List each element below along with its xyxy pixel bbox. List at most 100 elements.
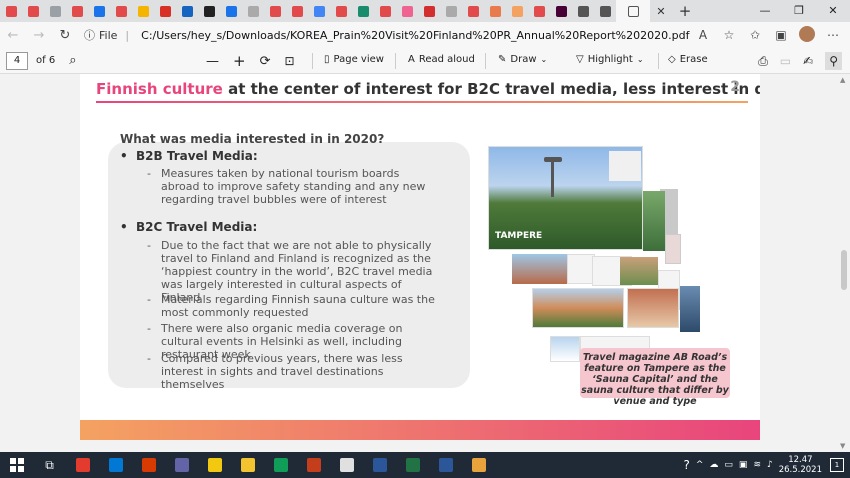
taskbar-app-button[interactable] [231, 452, 264, 478]
close-window-button[interactable]: ✕ [816, 0, 850, 22]
eraser-icon: ◇ [668, 54, 676, 65]
taskbar-app-button[interactable] [396, 452, 429, 478]
new-tab-button[interactable]: + [672, 2, 698, 20]
taskbar-app-button[interactable] [66, 452, 99, 478]
taskbar-app-button[interactable] [198, 452, 231, 478]
browser-tab[interactable] [44, 0, 66, 22]
page-view-button[interactable]: ▯ Page view [324, 54, 384, 65]
start-button[interactable] [0, 452, 33, 478]
scrollbar-thumb[interactable] [841, 250, 847, 290]
tab-favicon-icon [159, 5, 171, 17]
browser-tab[interactable] [550, 0, 572, 22]
app-icon [240, 458, 255, 472]
collections-icon[interactable]: ▣ [768, 28, 794, 42]
save-icon[interactable]: ▭ [780, 54, 791, 68]
taskbar-app-button[interactable] [462, 452, 495, 478]
volume-icon[interactable]: ♪ [767, 460, 773, 470]
taskbar-app-button[interactable] [330, 452, 363, 478]
taskbar-app-button[interactable] [297, 452, 330, 478]
browser-tab[interactable] [220, 0, 242, 22]
task-view-button[interactable]: ⧉ [33, 452, 66, 478]
read-aloud-label: Read aloud [418, 54, 475, 65]
save-as-icon[interactable]: ✍ [803, 54, 813, 68]
minimize-button[interactable]: — [748, 0, 782, 22]
vertical-scrollbar[interactable]: ▲ ▼ [838, 74, 850, 452]
browser-tab[interactable] [154, 0, 176, 22]
browser-tab[interactable] [506, 0, 528, 22]
page-number-input[interactable]: 4 [6, 51, 28, 70]
browser-tab[interactable] [396, 0, 418, 22]
rotate-icon[interactable]: ⟳ [260, 54, 271, 69]
forward-icon[interactable]: → [26, 28, 52, 43]
profile-avatar[interactable] [794, 25, 820, 45]
cloud-icon[interactable]: ☁ [709, 460, 718, 470]
favorites-bar-icon[interactable]: ✩ [742, 28, 768, 42]
wifi-icon[interactable]: ≋ [753, 460, 761, 470]
browser-tab[interactable] [88, 0, 110, 22]
active-tab[interactable] [616, 0, 650, 22]
browser-tab[interactable] [418, 0, 440, 22]
browser-tab[interactable] [66, 0, 88, 22]
browser-tab[interactable] [594, 0, 616, 22]
scroll-down-icon[interactable]: ▼ [840, 442, 845, 450]
url-field[interactable]: C:/Users/hey_s/Downloads/KOREA_Prain%20V… [141, 29, 689, 42]
browser-tab[interactable] [352, 0, 374, 22]
highlighter-icon: ▽ [576, 54, 584, 65]
browser-tab[interactable] [374, 0, 396, 22]
close-tab-button[interactable]: ✕ [650, 5, 672, 18]
more-options-icon[interactable]: ⋯ [820, 28, 846, 42]
browser-tab[interactable] [176, 0, 198, 22]
browser-tab[interactable] [264, 0, 286, 22]
browser-tab[interactable] [198, 0, 220, 22]
back-icon[interactable]: ← [0, 28, 26, 43]
battery-icon[interactable]: ▭ [724, 460, 733, 470]
help-icon[interactable]: ? [683, 458, 689, 472]
taskbar-app-button[interactable] [429, 452, 462, 478]
zoom-in-button[interactable]: + [233, 52, 246, 70]
browser-tab[interactable] [308, 0, 330, 22]
browser-tab[interactable] [132, 0, 154, 22]
read-aloud-icon[interactable]: A [690, 28, 716, 42]
taskbar-app-button[interactable] [363, 452, 396, 478]
erase-button[interactable]: ◇ Erase [668, 54, 708, 65]
tab-strip [0, 0, 616, 22]
taskbar-app-button[interactable] [99, 452, 132, 478]
chevron-down-icon[interactable]: ⌄ [637, 55, 644, 64]
favorite-icon[interactable]: ☆ [716, 28, 742, 42]
draw-button[interactable]: ✎ Draw ⌄ [498, 54, 547, 65]
taskbar-app-button[interactable] [165, 452, 198, 478]
fit-page-icon[interactable]: ⊡ [284, 54, 294, 68]
info-icon[interactable]: ⓘ [84, 27, 95, 43]
browser-tab[interactable] [572, 0, 594, 22]
chevron-up-icon[interactable]: ^ [696, 460, 704, 470]
browser-tab[interactable] [242, 0, 264, 22]
browser-tab[interactable] [286, 0, 308, 22]
erase-label: Erase [679, 54, 708, 65]
taskbar-app-button[interactable] [132, 452, 165, 478]
search-icon[interactable]: ⌕ [69, 53, 76, 68]
clock[interactable]: 12.47 26.5.2021 [779, 455, 822, 475]
browser-tab[interactable] [462, 0, 484, 22]
highlight-button[interactable]: ▽ Highlight ⌄ [576, 54, 644, 65]
pin-toolbar-icon[interactable]: ⚲ [825, 52, 842, 70]
browser-tab[interactable] [22, 0, 44, 22]
zoom-out-button[interactable]: — [206, 54, 219, 69]
browser-tab[interactable] [528, 0, 550, 22]
read-aloud-button[interactable]: A Read aloud [408, 54, 475, 65]
taskbar-app-button[interactable] [264, 452, 297, 478]
toolbar-divider [658, 53, 659, 69]
chevron-down-icon[interactable]: ⌄ [541, 55, 548, 64]
display-icon[interactable]: ▣ [739, 460, 748, 470]
scroll-up-icon[interactable]: ▲ [840, 76, 845, 84]
reload-icon[interactable]: ↻ [52, 28, 78, 43]
notification-center-button[interactable]: 1 [830, 458, 844, 472]
browser-tab[interactable] [110, 0, 132, 22]
browser-tab[interactable] [440, 0, 462, 22]
browser-tab[interactable] [484, 0, 506, 22]
list-item: - Materials regarding Finnish sauna cultu… [147, 293, 441, 319]
browser-tab[interactable] [330, 0, 352, 22]
restore-button[interactable]: ❐ [782, 0, 816, 22]
print-icon[interactable]: ⎙ [758, 54, 768, 69]
list-item-text: Measures taken by national tourism board… [161, 167, 426, 206]
browser-tab[interactable] [0, 0, 22, 22]
